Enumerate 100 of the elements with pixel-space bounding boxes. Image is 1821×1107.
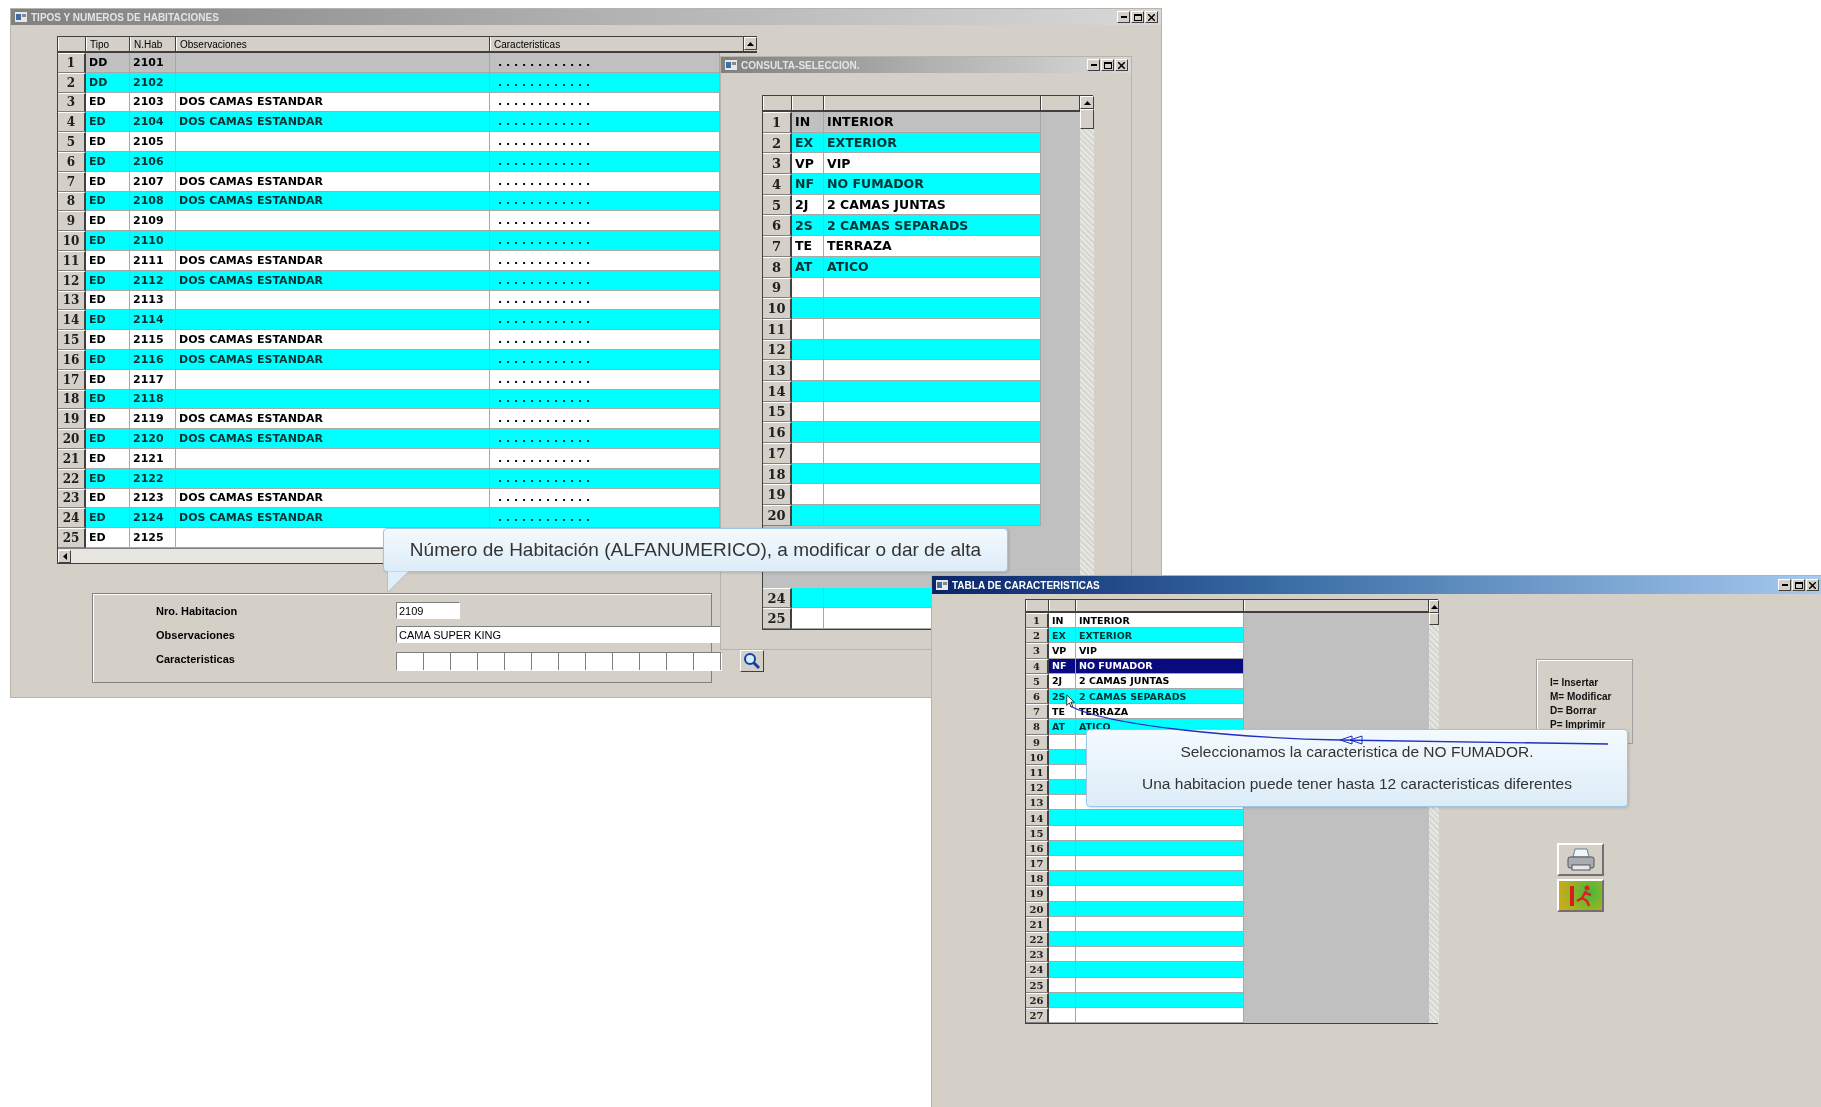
row-number: 9: [58, 211, 86, 232]
table-cell: DOS CAMAS ESTANDAR: [179, 511, 323, 525]
table-cell: . . . . . . . . . . . .: [498, 55, 591, 69]
row-number: 19: [58, 409, 86, 430]
row-number: 19: [763, 484, 792, 506]
row-number: 8: [58, 191, 86, 212]
row-number: 4: [763, 174, 792, 195]
table-cell: NO FUMADOR: [827, 176, 924, 192]
table-cell: ED: [89, 273, 106, 287]
table-cell: . . . . . . . . . . . .: [498, 333, 591, 347]
table-cell: INTERIOR: [827, 114, 894, 130]
table-cell: . . . . . . . . . . . .: [498, 234, 591, 248]
table-cell: DOS CAMAS ESTANDAR: [179, 432, 323, 446]
table-cell: 2115: [133, 333, 164, 347]
table-cell: VP: [1052, 644, 1067, 656]
table-cell: ED: [89, 194, 106, 208]
table-cell: . . . . . . . . . . . .: [498, 154, 591, 168]
row-number: 23: [1026, 947, 1049, 963]
table-cell: ED: [89, 135, 106, 149]
legend-text: D= Borrar: [1550, 704, 1598, 717]
table-cell: 2111: [133, 253, 164, 267]
table-cell: ED: [89, 333, 106, 347]
row-number: 25: [763, 608, 792, 630]
column-header: Tipo: [90, 38, 110, 50]
table-cell: 2108: [133, 194, 164, 208]
row-number: 13: [58, 290, 86, 311]
table-cell: . . . . . . . . . . . .: [498, 372, 591, 386]
table-cell: . . . . . . . . . . . .: [498, 471, 591, 485]
legend-text: I= Insertar: [1550, 676, 1600, 689]
row-number: 14: [1026, 810, 1049, 826]
table-cell: ED: [89, 293, 106, 307]
row-number: 4: [58, 112, 86, 133]
row-number: 12: [58, 270, 86, 291]
row-number: 18: [763, 463, 792, 485]
row-number: 23: [58, 488, 86, 509]
row-number: 7: [1026, 704, 1049, 720]
table-cell: . . . . . . . . . . . .: [498, 115, 591, 129]
row-number: 3: [1026, 643, 1049, 659]
row-number: 9: [763, 277, 792, 299]
table-cell: TE: [1052, 705, 1065, 717]
table-cell: NF: [1052, 660, 1067, 672]
table-cell: . . . . . . . . . . . .: [498, 412, 591, 426]
table-cell: ED: [89, 253, 106, 267]
row-number: 11: [763, 318, 792, 340]
table-cell: 2120: [133, 432, 164, 446]
table-cell: . . . . . . . . . . . .: [498, 511, 591, 525]
table-cell: 2122: [133, 471, 164, 485]
row-number: 13: [1026, 795, 1049, 811]
table-cell: 2112: [133, 273, 164, 287]
row-number: 2: [763, 132, 792, 154]
table-cell: 2103: [133, 95, 164, 109]
table-cell: 2107: [133, 174, 164, 188]
row-number: 8: [763, 256, 792, 278]
table-cell: 2110: [133, 234, 164, 248]
row-number: 16: [763, 422, 792, 443]
table-cell: IN: [795, 114, 811, 130]
row-number: 5: [58, 132, 86, 152]
table-cell: VIP: [827, 155, 851, 171]
legend-text: P= Imprimir: [1550, 718, 1607, 731]
table-cell: 2114: [133, 313, 164, 327]
table-cell: . . . . . . . . . . . .: [498, 491, 591, 505]
column-header: N.Hab: [134, 38, 163, 50]
table-cell: 2125: [133, 531, 164, 544]
table-cell: 2 CAMAS SEPARADS: [1079, 690, 1187, 702]
row-number: 1: [58, 53, 86, 73]
row-number: 6: [58, 152, 86, 172]
table-cell: VIP: [1079, 644, 1097, 656]
table-cell: . . . . . . . . . . . .: [498, 95, 591, 109]
row-number: 20: [763, 505, 792, 526]
table-cell: 2 CAMAS JUNTAS: [1079, 675, 1170, 687]
table-cell: ED: [89, 115, 106, 129]
table-cell: . . . . . . . . . . . .: [498, 352, 591, 366]
field-label: Caracteristicas: [156, 651, 236, 667]
table-cell: DOS CAMAS ESTANDAR: [179, 253, 323, 267]
row-number: 11: [58, 250, 86, 271]
table-cell: AT: [1052, 720, 1066, 732]
table-cell: 2121: [133, 451, 164, 465]
table-cell: 2124: [133, 511, 164, 525]
table-cell: ED: [89, 451, 106, 465]
row-number: 15: [58, 330, 86, 350]
table-cell: DOS CAMAS ESTANDAR: [179, 194, 323, 208]
row-number: 3: [763, 153, 792, 175]
table-cell: VP: [795, 155, 814, 171]
column-header: Observaciones: [180, 38, 247, 50]
row-number: 22: [58, 468, 86, 489]
table-cell: 2S: [795, 217, 813, 233]
table-cell: ED: [89, 392, 106, 406]
field-label: Nro. Habitacion: [156, 603, 239, 619]
table-cell: 2101: [133, 55, 164, 69]
table-cell: ED: [89, 511, 106, 525]
table-cell: DOS CAMAS ESTANDAR: [179, 412, 323, 426]
row-number: 18: [58, 389, 86, 410]
table-cell: . . . . . . . . . . . .: [498, 451, 591, 465]
table-cell: INTERIOR: [1079, 614, 1130, 626]
table-cell: AT: [795, 259, 813, 275]
table-cell: 2123: [133, 491, 164, 505]
table-cell: 2104: [133, 115, 164, 129]
table-cell: . . . . . . . . . . . .: [498, 253, 591, 267]
table-cell: . . . . . . . . . . . .: [498, 293, 591, 307]
row-number: 1: [1026, 613, 1049, 629]
